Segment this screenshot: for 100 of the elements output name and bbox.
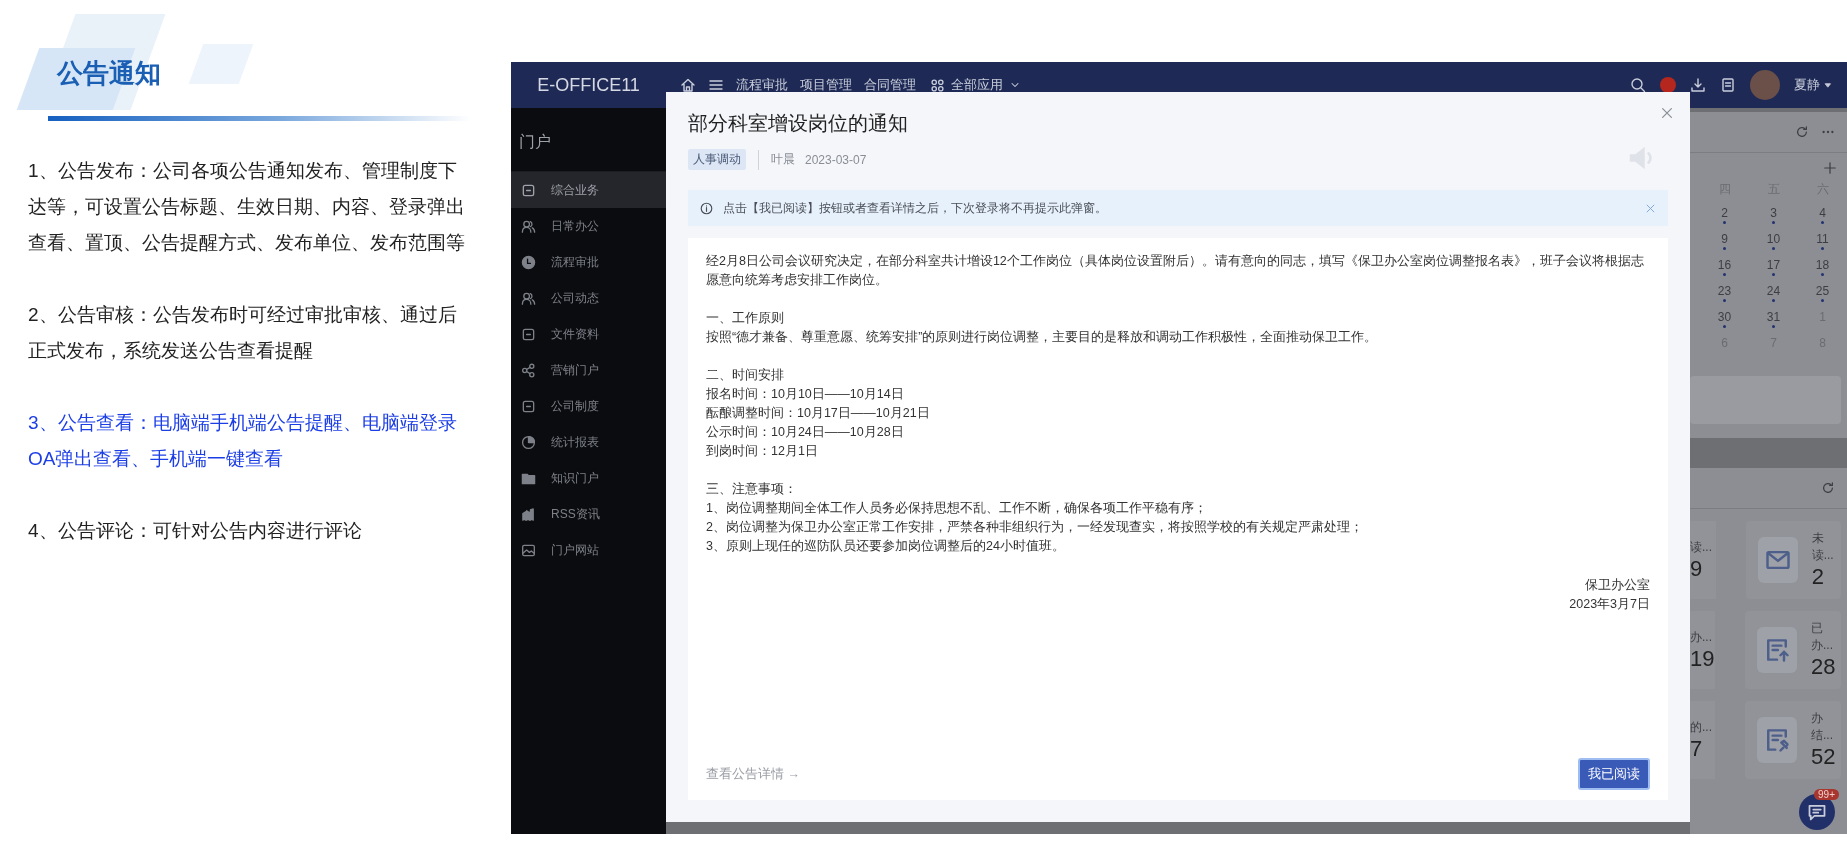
calendar-day[interactable]: 23 [1717,284,1732,298]
sidebar-item-label: 文件资料 [551,325,599,343]
user-menu[interactable]: 夏静 [1794,76,1833,94]
sidebar-item[interactable]: 营销门户 [511,352,666,388]
stat-value: 19 [1690,645,1715,672]
author-name: 叶晨 [771,151,795,168]
category-tag: 人事调动 [688,149,746,170]
calendar-day[interactable]: 4 [1819,206,1826,220]
content-paragraph: 到岗时间：12月1日 [706,443,819,460]
pie-chart-icon [521,434,536,450]
info-icon [700,201,713,215]
close-button[interactable] [1645,202,1656,214]
close-icon [1645,202,1656,214]
stat-value: 9 [1690,555,1704,582]
stat-label: 未读... [1811,530,1835,564]
brand-logo: E-OFFICE11 [536,74,641,96]
calendar-day[interactable]: 24 [1766,284,1781,298]
feature-point: 1、公告发布：公司各项公告通知发布、管理制度下达等，可设置公告标题、生效日期、内容、登录弹出查看、置顶、公告提醒方式、发布单位、发布范围等 [28,159,466,255]
content-paragraph: 一、工作原则 [706,310,785,327]
publish-date: 2023-03-07 [805,152,867,167]
close-icon [1660,106,1674,120]
nav-link[interactable]: 流程审批 [736,76,788,94]
archive-icon [521,326,536,342]
content-paragraph: 3、原则上现任的巡防队员还要参加岗位调整后的24小时值班。 [706,538,1066,555]
stat-card[interactable]: 办结... 52 [1744,701,1841,779]
people-icon [521,218,536,234]
feature-point: 2、公告审核：公告发布时可经过审批审核、通过后正式发布，系统发送公告查看提醒 [28,303,458,363]
calendar-day[interactable]: 25 [1815,284,1830,298]
sidebar-item-label: 公司动态 [551,289,599,307]
ball-icon[interactable] [1660,77,1676,93]
sidebar-item[interactable]: 文件资料 [511,316,666,352]
sidebar-item[interactable]: 知识门户 [511,460,666,496]
stat-card[interactable]: 已办... 28 [1744,611,1841,689]
stat-card[interactable]: 办... 19 [1690,611,1715,689]
stat-value: 28 [1811,654,1837,680]
content-paragraph: 二、时间安排 [706,367,785,384]
calendar-day[interactable]: 11 [1816,232,1829,246]
calendar-day[interactable]: 30 [1717,310,1732,324]
calendar-day[interactable]: 18 [1815,258,1830,272]
grid-icon [930,77,945,93]
sidebar-item[interactable]: 门户网站 [511,532,666,568]
slide-title: 公告通知 [57,57,161,90]
dialog-title: 部分科室增设岗位的通知 [688,111,909,136]
nav-link[interactable]: 项目管理 [800,76,852,94]
sidebar-item[interactable]: 公司制度 [511,388,666,424]
sidebar-item[interactable]: 公司动态 [511,280,666,316]
mark-read-button[interactable]: 我已阅读 [1578,758,1650,790]
clock-icon [521,254,536,270]
signature-line: 保卫办公室 [1585,577,1650,594]
content-paragraph: 酝酿调整时间：10月17日——10月21日 [706,405,931,422]
content-paragraph: 2、岗位调整为保卫办公室正常工作安排，严禁各种非组织行为，一经发现查实，将按照学校的有关规定严肃处理； [706,519,1364,536]
caret-icon [1823,80,1833,90]
calendar-day[interactable]: 10 [1766,232,1781,246]
sidebar-item-label: RSS资讯 [551,505,600,523]
refresh-icon [1795,125,1809,139]
download-icon [1690,77,1706,93]
feature-point: 3、公告查看：电脑端手机端公告提醒、电脑端登录OA弹出查看、手机端一键查看 [28,411,458,471]
content-paragraph: 1、岗位调整期间全体工作人员务必保持思想不乱、工作不断，确保各项工作平稳有序； [706,500,1208,517]
calendar-day[interactable]: 17 [1766,258,1781,272]
sidebar-item[interactable]: RSS资讯 [511,496,666,532]
calendar-day[interactable]: 31 [1766,310,1781,324]
stat-card[interactable]: 未读... 2 [1746,521,1841,599]
content-paragraph: 按照“德才兼备、尊重意愿、统筹安排”的原则进行岗位调整，主要目的是释放和调动工作积极性，全面推动保卫工作。 [706,329,1379,346]
sidebar-item-label: 统计报表 [551,433,599,451]
info-text: 点击【我已阅读】按钮或者查看详情之后，下次登录将不再提示此弹窗。 [723,199,1107,217]
all-apps-menu[interactable]: 全部应用 [930,76,1021,94]
stat-card[interactable]: 的... 7 [1690,701,1715,779]
calendar-day[interactable]: 16 [1717,258,1732,272]
sidebar-item-label: 营销门户 [551,361,599,379]
signature-line: 2023年3月7日 [1569,596,1650,613]
content-paragraph: 报名时间：10月10日——10月14日 [706,386,905,403]
people-icon [521,290,536,306]
all-apps-label: 全部应用 [951,76,1003,94]
chat-icon [1807,802,1827,822]
sidebar-item[interactable]: 统计报表 [511,424,666,460]
feature-point: 4、公告评论：可针对公告内容进行评论 [28,519,363,543]
nav-link[interactable]: 合同管理 [864,76,916,94]
sidebar-item-label: 门户网站 [551,541,599,559]
sidebar-item[interactable]: 综合业务 [511,172,666,208]
stat-value: 2 [1811,564,1825,590]
user-avatar[interactable] [1750,70,1780,100]
bar-chart-icon [521,506,536,522]
home-icon [680,77,696,93]
stat-card[interactable]: 读... 9 [1690,521,1716,599]
sidebar-item-label: 知识门户 [551,469,599,487]
content-paragraph: 经2月8日公司会议研究决定，在部分科室共计增设12个工作岗位（具体岗位设置附后）。请有意向的同志，填写《保卫办公室岗位调整报名表》，班子会议将根据志愿意向统筹考虑安排工作岗位。 [706,253,1645,289]
stat-label: 办... [1690,628,1713,646]
calendar-day[interactable]: 2 [1721,206,1728,220]
sidebar-item-label: 公司制度 [551,397,599,415]
content-paragraph: 三、注意事项： [706,481,798,498]
sidebar-item[interactable]: 流程审批 [511,244,666,280]
calendar-day[interactable]: 9 [1721,232,1728,246]
plus-icon [1823,161,1837,175]
stat-value: 52 [1811,744,1837,770]
menu-icon [708,77,724,93]
sidebar-item[interactable]: 日常办公 [511,208,666,244]
details-link[interactable]: 查看公告详情 → [706,765,800,783]
calendar-day[interactable]: 3 [1770,206,1777,220]
archive-icon [521,182,536,198]
stat-value: 7 [1690,735,1704,762]
